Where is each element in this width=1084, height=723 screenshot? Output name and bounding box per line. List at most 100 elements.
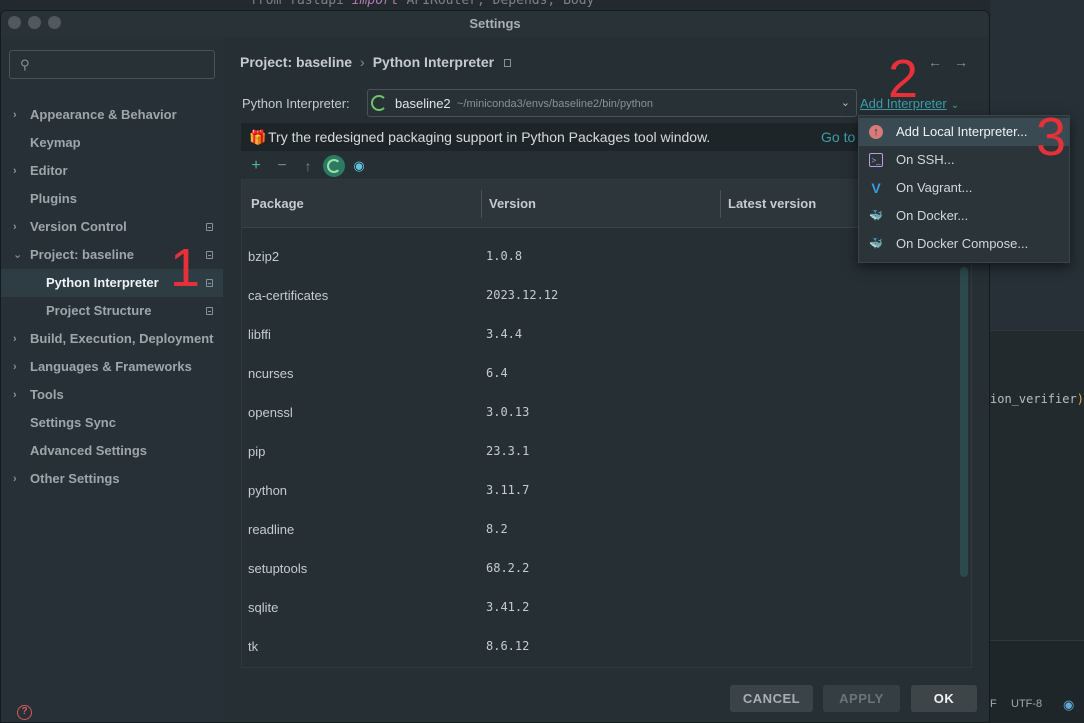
version-cell: 8.6.12 xyxy=(486,639,530,653)
dialog-title: Settings xyxy=(469,16,521,31)
chevron-right-icon[interactable]: › xyxy=(13,157,17,185)
project-scope-icon xyxy=(206,223,213,231)
column-divider[interactable] xyxy=(720,190,721,218)
package-name-cell: pip xyxy=(248,444,266,459)
version-cell: 6.4 xyxy=(486,366,508,380)
menu-item-on-docker[interactable]: 🐳 On Docker... xyxy=(859,202,1069,230)
sidebar-item-plugins[interactable]: Plugins xyxy=(1,185,223,213)
table-row[interactable]: ncurses 6.4 xyxy=(242,354,971,393)
titlebar: Settings xyxy=(1,11,989,37)
ok-button[interactable]: OK xyxy=(911,685,977,712)
upgrade-package-button[interactable]: ↑ xyxy=(298,156,318,176)
sidebar-item-label: Tools xyxy=(30,387,64,402)
docker-icon: 🐳 xyxy=(869,210,883,222)
menu-item-label: On Docker Compose... xyxy=(896,236,1029,251)
menu-item-label: On SSH... xyxy=(896,152,955,167)
sidebar-item-tools[interactable]: › Tools xyxy=(1,381,223,409)
version-cell: 68.2.2 xyxy=(486,561,530,575)
conda-refresh-icon[interactable] xyxy=(323,155,345,177)
chevron-down-icon: ⌄ xyxy=(840,97,850,109)
table-row[interactable]: pip 23.3.1 xyxy=(242,432,971,471)
version-cell: 3.4.4 xyxy=(486,327,523,341)
background-encoding[interactable]: UTF-8 xyxy=(1011,698,1042,710)
apply-button[interactable]: APPLY xyxy=(823,685,900,712)
sidebar-item-advanced-settings[interactable]: Advanced Settings xyxy=(1,437,223,465)
eye-icon[interactable]: ◉ xyxy=(1063,697,1074,713)
sidebar-item-label: Languages & Frameworks xyxy=(30,359,192,374)
background-code-snippet: ion_verifier)) xyxy=(990,392,1084,406)
package-name-cell: tk xyxy=(248,639,259,654)
breadcrumb: Project: baseline › Python Interpreter xyxy=(240,54,512,70)
chevron-right-icon[interactable]: › xyxy=(13,381,17,409)
column-header-version[interactable]: Version xyxy=(489,196,536,211)
add-local-interpreter-icon: ↑ xyxy=(869,125,883,139)
cancel-button[interactable]: CANCEL xyxy=(730,685,813,712)
table-row[interactable]: tk 8.6.12 xyxy=(242,627,971,666)
chevron-right-icon[interactable]: › xyxy=(13,465,17,493)
sidebar-item-label: Settings Sync xyxy=(30,415,116,430)
sidebar-item-settings-sync[interactable]: Settings Sync xyxy=(1,409,223,437)
package-name-cell: readline xyxy=(248,522,295,537)
column-header-latest-version[interactable]: Latest version xyxy=(728,196,816,211)
sidebar-item-label: Project Structure xyxy=(46,303,152,318)
settings-search-input[interactable]: ⚲ xyxy=(9,50,215,79)
docker-compose-icon: 🐳 xyxy=(869,238,883,250)
show-early-releases-icon[interactable]: ◉ xyxy=(349,156,369,176)
table-row[interactable]: readline 8.2 xyxy=(242,510,971,549)
table-row[interactable]: setuptools 68.2.2 xyxy=(242,549,971,588)
table-row[interactable]: sqlite 3.41.2 xyxy=(242,588,971,627)
sidebar-item-keymap[interactable]: Keymap xyxy=(1,129,223,157)
sidebar-item-editor[interactable]: › Editor xyxy=(1,157,223,185)
project-scope-icon xyxy=(206,279,213,287)
settings-dialog: Settings ⚲ › Appearance & Behavior Keymap ›… xyxy=(0,10,990,723)
interpreter-select[interactable]: baseline2 ~/miniconda3/envs/baseline2/bi… xyxy=(367,89,857,117)
sidebar-item-label: Appearance & Behavior xyxy=(30,107,177,122)
table-row[interactable]: python 3.11.7 xyxy=(242,471,971,510)
chevron-down-icon[interactable]: ⌄ xyxy=(13,241,22,269)
chevron-right-icon[interactable]: › xyxy=(13,101,17,129)
banner-go-to-link[interactable]: Go to xyxy=(821,123,855,151)
interpreter-label: Python Interpreter: xyxy=(242,96,350,111)
table-row[interactable]: ca-certificates 2023.12.12 xyxy=(242,276,971,315)
sidebar-item-label: Project: baseline xyxy=(30,247,135,262)
chevron-right-icon[interactable]: › xyxy=(13,353,17,381)
sidebar-item-label: Python Interpreter xyxy=(46,275,159,290)
version-cell: 8.2 xyxy=(486,522,508,536)
table-row[interactable]: openssl 3.0.13 xyxy=(242,393,971,432)
sidebar-item-label: Version Control xyxy=(30,219,127,234)
install-package-button[interactable]: + xyxy=(246,156,266,176)
search-icon: ⚲ xyxy=(20,57,30,72)
chevron-right-icon[interactable]: › xyxy=(13,213,17,241)
sidebar-item-other-settings[interactable]: › Other Settings xyxy=(1,465,223,493)
package-name-cell: ca-certificates xyxy=(248,288,329,303)
package-name-cell: openssl xyxy=(248,405,293,420)
menu-item-label: On Docker... xyxy=(896,208,969,223)
package-name-cell: setuptools xyxy=(248,561,308,576)
sidebar-item-appearance-behavior[interactable]: › Appearance & Behavior xyxy=(1,101,223,129)
sidebar-item-build-execution-deployment[interactable]: › Build, Execution, Deployment xyxy=(1,325,223,353)
banner-text: Try the redesigned packaging support in … xyxy=(268,129,711,145)
sidebar-item-version-control[interactable]: › Version Control xyxy=(1,213,223,241)
settings-sidebar: ⚲ › Appearance & Behavior Keymap › Editor Plu… xyxy=(1,37,223,722)
sidebar-item-languages-frameworks[interactable]: › Languages & Frameworks xyxy=(1,353,223,381)
sidebar-item-label: Keymap xyxy=(30,135,81,150)
uninstall-package-button[interactable]: − xyxy=(272,156,292,176)
column-header-package[interactable]: Package xyxy=(251,196,304,211)
sidebar-item-project-structure[interactable]: Project Structure xyxy=(1,297,223,325)
column-divider[interactable] xyxy=(481,190,482,218)
chevron-right-icon[interactable]: › xyxy=(13,325,17,353)
package-name-cell: ncurses xyxy=(248,366,294,381)
conda-icon xyxy=(371,95,387,111)
version-cell: 2023.12.12 xyxy=(486,288,559,302)
history-nav-arrows[interactable]: ←→ xyxy=(928,54,980,70)
annotation-3: 3 xyxy=(1036,107,1067,167)
background-right-lower xyxy=(990,330,1084,640)
table-scrollbar[interactable] xyxy=(960,267,968,577)
table-row[interactable]: libffi 3.4.4 xyxy=(242,315,971,354)
help-icon[interactable]: ? xyxy=(17,705,32,720)
menu-item-on-docker-compose[interactable]: 🐳 On Docker Compose... xyxy=(859,230,1069,258)
menu-item-on-vagrant[interactable]: V On Vagrant... xyxy=(859,174,1069,202)
project-scope-icon xyxy=(504,59,512,67)
project-scope-icon xyxy=(206,307,213,315)
sidebar-item-label: Other Settings xyxy=(30,471,120,486)
